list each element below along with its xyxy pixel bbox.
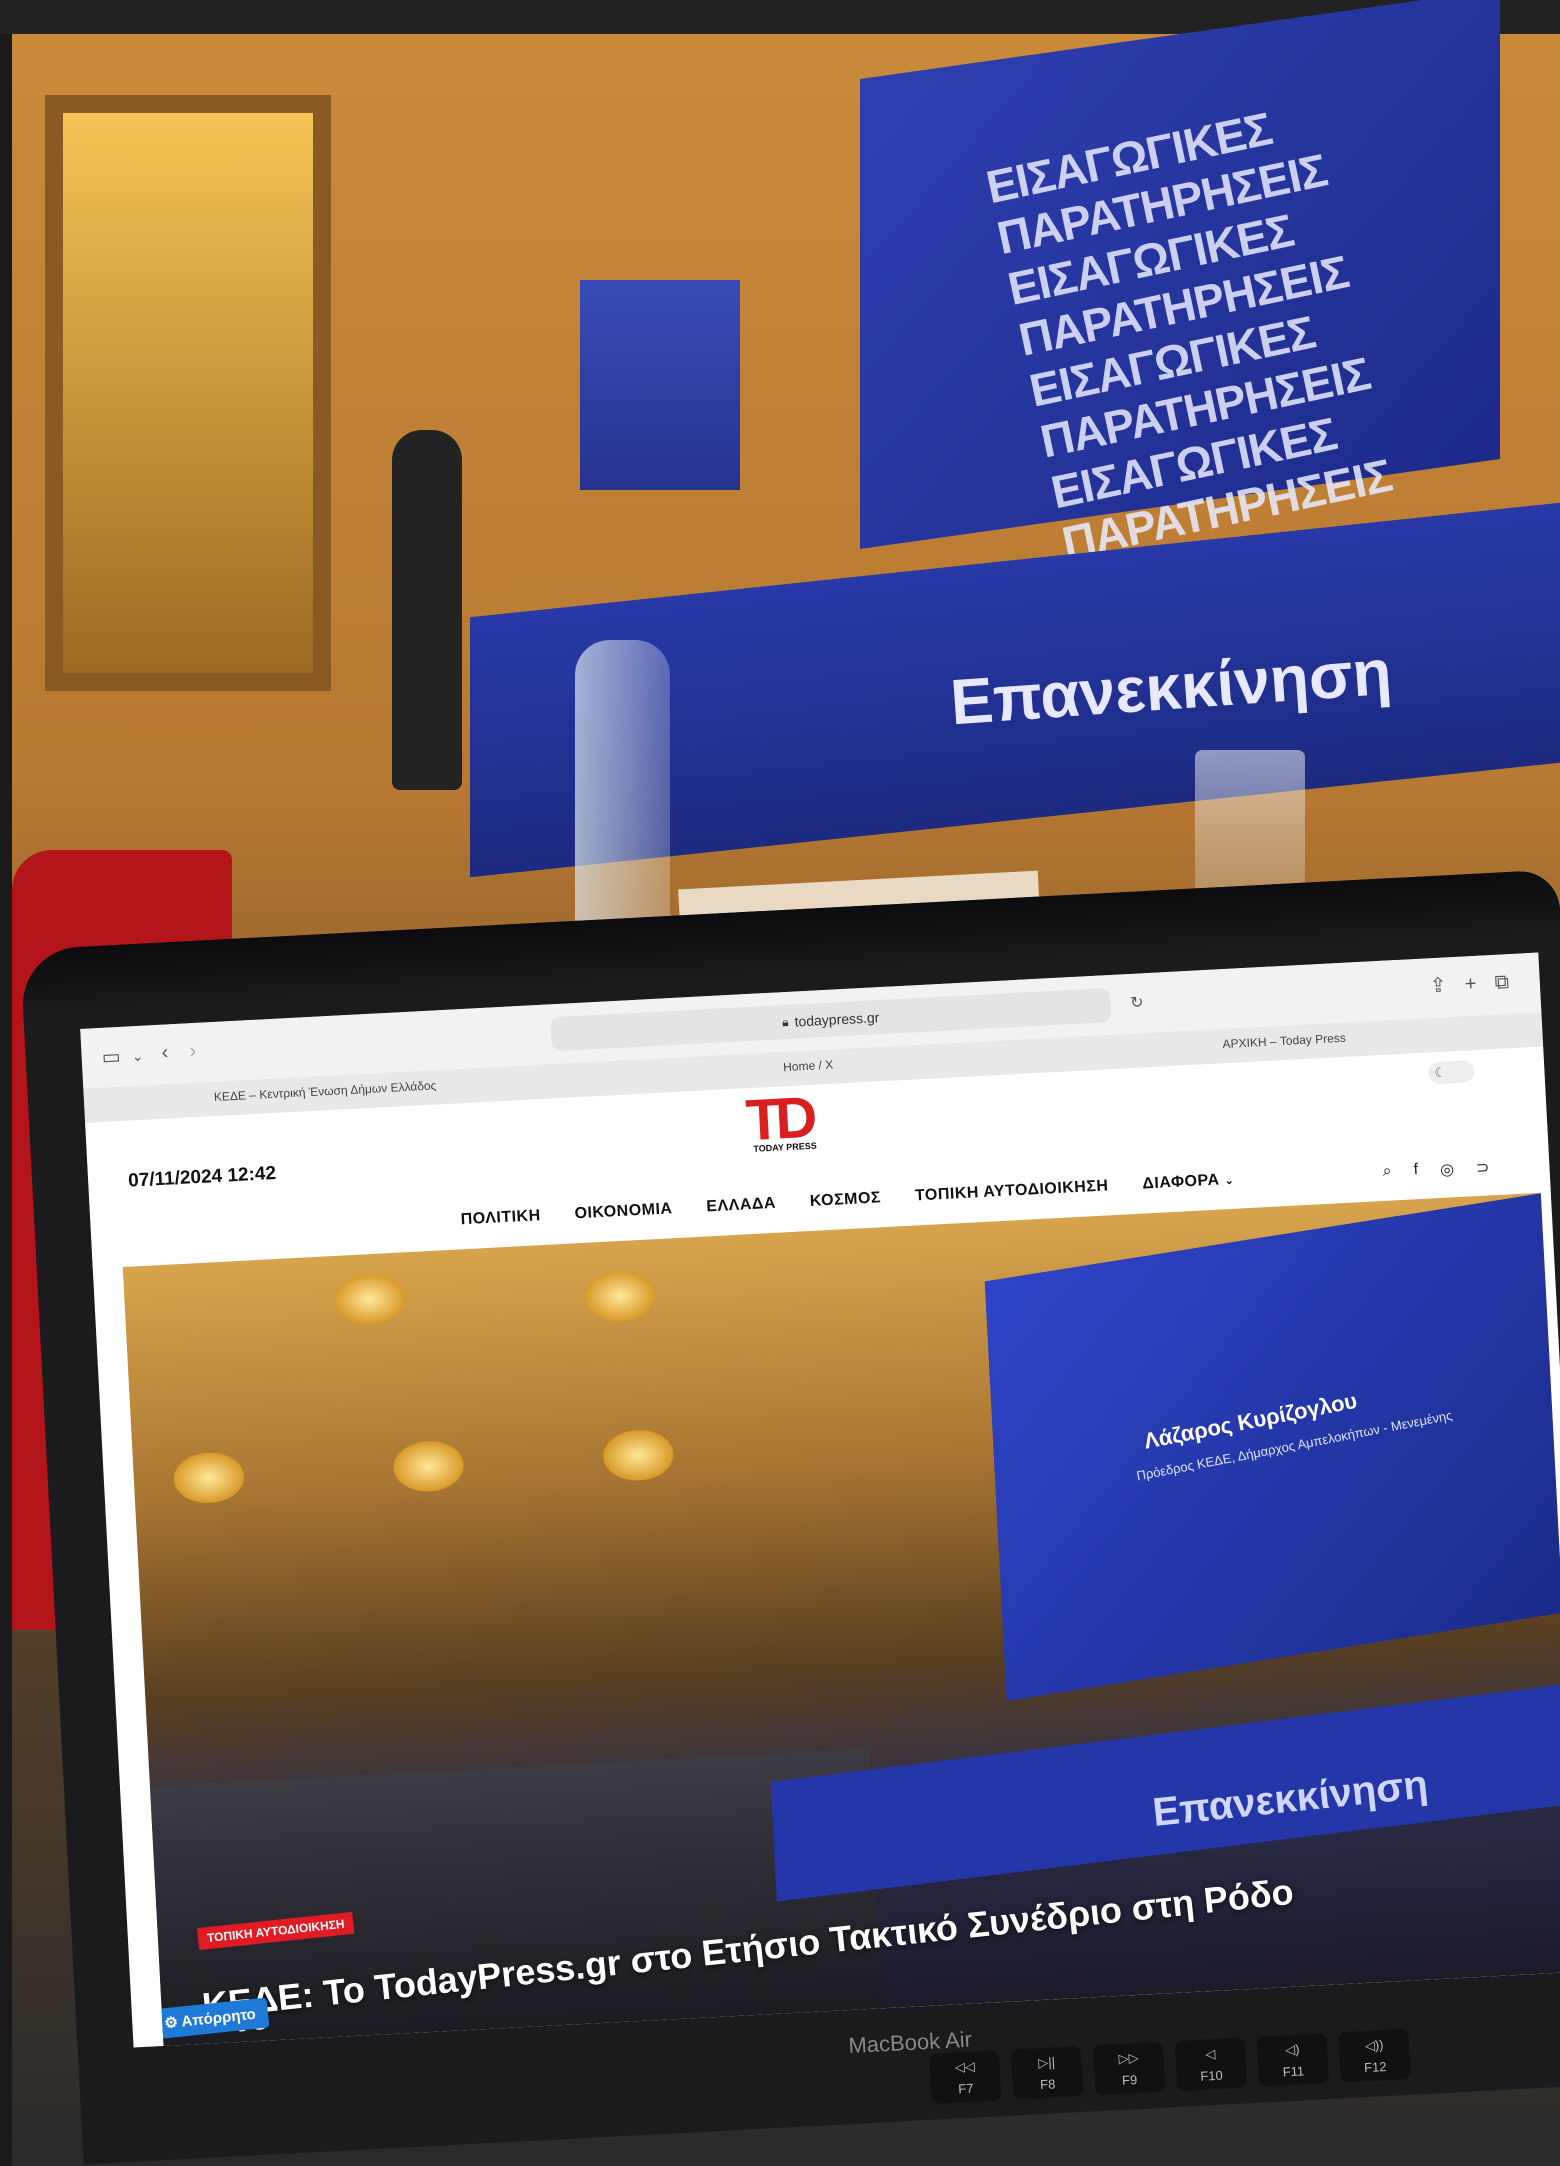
wall-mirror [45,95,331,691]
date-time: 07/11/2024 12:42 [127,1162,277,1192]
chandelier [583,1269,657,1323]
nav-item-topiki[interactable]: ΤΟΠΙΚΗ ΑΥΤΟΔΙΟΙΚΗΣΗ [915,1177,1109,1205]
key-label: F11 [1282,2063,1305,2080]
sidebar-icon[interactable]: ▭ [101,1046,121,1069]
key-symbol: ◁)) [1364,2037,1384,2054]
chandelier [333,1272,407,1326]
key-f10[interactable]: ◁ F10 [1174,2037,1248,2091]
rss-icon[interactable]: ⊃ [1475,1157,1490,1178]
key-symbol: ▷|| [1037,2054,1056,2071]
chandelier [172,1451,246,1505]
site-logo[interactable]: TD TODAY PRESS [744,1085,837,1159]
chandelier [602,1428,675,1483]
back-icon[interactable]: ‹ [161,1041,169,1063]
key-label: F9 [1121,2072,1138,2088]
lock-icon: 🔒︎ [781,1014,789,1029]
podium-screen [580,280,740,490]
chevron-down-icon: ⌄ [1224,1174,1235,1188]
nav-item-kosmos[interactable]: ΚΟΣΜΟΣ [809,1189,881,1211]
url-text: todaypress.gr [794,1009,880,1030]
photo: ΕΙΣΑΓΩΓΙΚΕΣ ΠΑΡΑΤΗΡΗΣΕΙΣ ΕΙΣΑΓΩΓΙΚΕΣ ΠΑΡ… [0,0,1560,2166]
plus-icon[interactable]: + [1464,973,1477,996]
instagram-icon[interactable]: ◎ [1440,1159,1455,1180]
privacy-label: Απόρρητο [180,2005,257,2031]
search-icon[interactable]: ⌕ [1382,1163,1392,1183]
hero-image[interactable]: Λάζαρος Κυρίζογλου Πρόεδρος ΚΕΔΕ, Δήμαρχ… [122,1192,1560,2046]
share-icon[interactable]: ⇪ [1429,974,1447,997]
key-f8[interactable]: ▷|| F8 [1010,2045,1084,2100]
tab-todaypress[interactable]: ΑΡΧΙΚΗ – Today Press [1222,1031,1346,1051]
facebook-icon[interactable]: f [1413,1161,1418,1181]
tab-kede[interactable]: ΚΕΔΕ – Κεντρική Ένωση Δήμων Ελλάδος [214,1078,437,1104]
key-symbol: ▷▷ [1118,2049,1139,2067]
key-f9[interactable]: ▷▷ F9 [1092,2041,1166,2096]
reload-icon[interactable]: ↻ [1130,993,1144,1014]
key-f7[interactable]: ◁◁ F7 [929,2050,1002,2104]
nav-item-politiki[interactable]: ΠΟΛΙΤΙΚΗ [460,1207,541,1229]
social-icons: ⌕ f ◎ ⊃ [1382,1157,1490,1183]
nav-item-ellada[interactable]: ΕΛΛΑΔΑ [706,1195,776,1217]
tab-x[interactable]: Home / X [783,1058,834,1075]
chandelier [392,1439,465,1494]
key-f12[interactable]: ◁)) F12 [1338,2028,1411,2083]
dark-mode-toggle[interactable]: ☾ [1427,1060,1475,1085]
key-symbol: ◁) [1284,2041,1300,2058]
key-label: F12 [1363,2059,1387,2076]
chevron-down-icon[interactable]: ⌄ [131,1046,144,1067]
water-bottle [575,640,670,960]
key-symbol: ◁ [1205,2045,1216,2062]
nav-item-oikonomia[interactable]: ΟΙΚΟΝΟΜΙΑ [574,1200,673,1223]
gear-icon: ⚙ [163,2013,179,2033]
nav-item-diafora[interactable]: ΔΙΑΦΟΡΑ ⌄ [1142,1171,1235,1194]
laptop-screen: ▭ ⌄ ‹ › 🔒︎ todaypress.gr ↻ ⇪ + ⧉ ΚΕΔΕ – … [80,952,1560,2048]
forward-icon[interactable]: › [189,1040,197,1062]
logo-subtext: TODAY PRESS [753,1140,817,1154]
key-label: F8 [1039,2076,1056,2093]
nav-item-diafora-label: ΔΙΑΦΟΡΑ [1141,1171,1220,1193]
key-label: F10 [1199,2067,1224,2084]
key-symbol: ◁◁ [954,2058,976,2075]
speaker-figure [392,430,462,790]
laptop: ▭ ⌄ ‹ › 🔒︎ todaypress.gr ↻ ⇪ + ⧉ ΚΕΔΕ – … [20,869,1560,2165]
key-label: F7 [957,2080,974,2097]
key-f11[interactable]: ◁) F11 [1256,2033,1330,2087]
tabs-icon[interactable]: ⧉ [1494,971,1509,994]
